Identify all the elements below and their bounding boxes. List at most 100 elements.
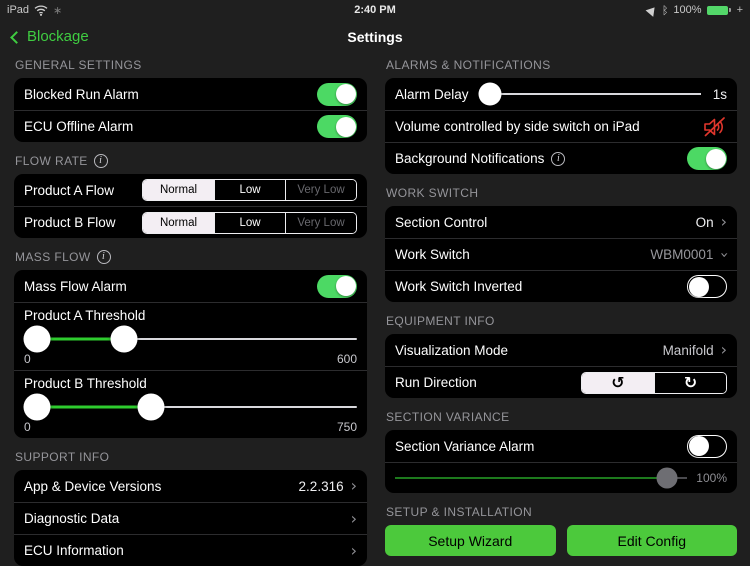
navigation-bar: Blockage Settings — [0, 20, 750, 53]
background-notifications-info-icon[interactable]: i — [551, 151, 566, 166]
chevron-right-icon: › — [350, 508, 357, 528]
setup-installation-buttons: Setup Wizard Edit Config — [385, 525, 737, 556]
chevron-right-icon: › — [720, 340, 727, 359]
section-header-section-variance: SECTION VARIANCE — [386, 410, 510, 424]
flow-rate-card: Product A Flow Normal Low Very Low Produ… — [14, 174, 367, 238]
charging-icon: + — [736, 4, 743, 16]
flow-rate-info-icon[interactable]: i — [93, 154, 108, 168]
section-control-row[interactable]: Section Control On › — [385, 206, 737, 238]
section-variance-slider-row: 100% — [385, 462, 737, 493]
section-variance-slider[interactable] — [395, 466, 688, 490]
right-column: ALARMS & NOTIFICATIONS Alarm Delay 1s Vo… — [385, 53, 737, 566]
product-a-flow-normal[interactable]: Normal — [143, 180, 214, 200]
run-direction-label: Run Direction — [395, 375, 477, 390]
work-switch-row[interactable]: Work Switch WBM0001 › — [385, 238, 737, 270]
product-a-flow-segmented: Normal Low Very Low — [142, 179, 357, 201]
alarm-delay-row: Alarm Delay 1s — [385, 78, 737, 110]
product-b-flow-low[interactable]: Low — [214, 212, 285, 233]
work-switch-inverted-toggle[interactable] — [687, 275, 727, 298]
chevron-right-icon: › — [720, 212, 727, 231]
page-title: Settings — [347, 28, 403, 45]
section-variance-alarm-toggle[interactable] — [687, 434, 727, 458]
work-switch-inverted-row: Work Switch Inverted — [385, 270, 737, 302]
back-button-label: Blockage — [27, 28, 89, 45]
ecu-offline-alarm-label: ECU Offline Alarm — [24, 119, 134, 134]
blocked-run-alarm-toggle[interactable] — [317, 82, 357, 106]
alarm-delay-label: Alarm Delay — [395, 86, 469, 102]
work-switch-value: WBM0001 — [650, 247, 714, 262]
product-a-flow-label: Product A Flow — [24, 182, 115, 198]
section-header-flow-rate: FLOW RATE i — [15, 154, 366, 168]
product-b-flow-very-low[interactable]: Very Low — [285, 212, 356, 233]
product-b-threshold-min: 0 — [24, 420, 31, 434]
product-a-threshold-min-handle[interactable] — [23, 325, 51, 353]
ecu-information-row[interactable]: ECU Information › — [14, 534, 367, 566]
wifi-icon — [34, 4, 48, 16]
product-b-threshold-min-handle[interactable] — [23, 393, 51, 421]
ecu-offline-alarm-toggle[interactable] — [317, 115, 357, 138]
section-header-alarms-notifications: ALARMS & NOTIFICATIONS — [386, 58, 551, 72]
mass-flow-info-icon[interactable]: i — [96, 250, 111, 264]
edit-config-button[interactable]: Edit Config — [566, 525, 737, 556]
product-a-threshold-slider[interactable] — [23, 325, 357, 353]
product-b-flow-normal[interactable]: Normal — [143, 212, 214, 233]
blocked-run-alarm-row: Blocked Run Alarm — [14, 78, 367, 110]
product-b-threshold-max-handle[interactable] — [137, 393, 165, 421]
product-a-flow-row: Product A Flow Normal Low Very Low — [14, 174, 367, 206]
setup-wizard-button[interactable]: Setup Wizard — [385, 525, 556, 556]
section-header-setup-installation: SETUP & INSTALLATION — [386, 505, 533, 519]
mass-flow-alarm-row: Mass Flow Alarm — [14, 270, 367, 302]
product-a-threshold-label: Product A Threshold — [24, 308, 146, 323]
ecu-offline-alarm-row: ECU Offline Alarm — [14, 110, 367, 142]
product-b-threshold-label: Product B Threshold — [24, 376, 147, 391]
section-variance-alarm-row: Section Variance Alarm — [385, 430, 737, 462]
battery-icon — [706, 5, 731, 15]
diagnostic-data-label: Diagnostic Data — [24, 511, 120, 526]
rotate-counterclockwise-icon: ↺ — [611, 373, 625, 392]
background-notifications-label: Background Notifications — [395, 151, 545, 166]
work-switch-label: Work Switch — [395, 247, 470, 262]
device-name: iPad — [7, 4, 30, 16]
section-variance-handle[interactable] — [656, 467, 678, 489]
run-direction-clockwise-segment[interactable]: ↻ — [654, 372, 726, 393]
product-a-threshold-max-handle[interactable] — [110, 325, 138, 353]
run-direction-segmented: ↺ ↻ — [581, 371, 727, 394]
alarm-delay-value: 1s — [712, 86, 727, 102]
product-b-threshold-block: Product B Threshold 0 750 — [14, 370, 367, 438]
section-variance-value: 100% — [696, 471, 727, 485]
run-direction-row: Run Direction ↺ ↻ — [385, 366, 737, 398]
product-a-threshold-max: 600 — [336, 352, 357, 366]
section-variance-alarm-label: Section Variance Alarm — [395, 438, 535, 454]
chevron-down-icon: › — [716, 251, 733, 258]
section-header-general-settings: GENERAL SETTINGS — [15, 58, 142, 72]
visualization-mode-row[interactable]: Visualization Mode Manifold › — [385, 334, 737, 366]
product-a-threshold-block: Product A Threshold 0 600 — [14, 302, 367, 370]
product-b-flow-row: Product B Flow Normal Low Very Low — [14, 206, 367, 238]
section-header-equipment-info: EQUIPMENT INFO — [386, 314, 495, 328]
product-b-threshold-slider[interactable] — [23, 393, 357, 421]
diagnostic-data-row[interactable]: Diagnostic Data › — [14, 502, 367, 534]
background-notifications-row: Background Notifications i — [385, 142, 737, 174]
network-activity-icon: ∗ — [53, 4, 63, 17]
alarm-delay-handle[interactable] — [478, 82, 502, 106]
product-a-flow-very-low[interactable]: Very Low — [285, 180, 356, 200]
visualization-mode-value: Manifold — [662, 342, 714, 358]
alarms-notifications-card: Alarm Delay 1s Volume controlled by side… — [385, 78, 737, 174]
section-header-work-switch: WORK SWITCH — [386, 186, 479, 200]
app-device-versions-row[interactable]: App & Device Versions 2.2.316 › — [14, 470, 367, 502]
ecu-information-label: ECU Information — [24, 543, 124, 558]
chevron-right-icon: › — [350, 540, 357, 560]
product-a-flow-low[interactable]: Low — [214, 180, 285, 200]
chevron-right-icon: › — [350, 476, 357, 495]
run-direction-counterclockwise-segment[interactable]: ↺ — [582, 372, 654, 393]
background-notifications-toggle[interactable] — [687, 147, 727, 170]
equipment-info-card: Visualization Mode Manifold › Run Direct… — [385, 334, 737, 398]
mass-flow-alarm-toggle[interactable] — [317, 274, 357, 298]
general-settings-card: Blocked Run Alarm ECU Offline Alarm — [14, 78, 367, 142]
back-button[interactable]: Blockage — [10, 28, 89, 45]
mass-flow-alarm-label: Mass Flow Alarm — [24, 278, 127, 294]
alarm-delay-slider[interactable] — [478, 81, 701, 107]
product-b-flow-segmented: Normal Low Very Low — [142, 211, 357, 234]
work-switch-inverted-label: Work Switch Inverted — [395, 279, 523, 294]
support-info-card: App & Device Versions 2.2.316 › Diagnost… — [14, 470, 367, 566]
